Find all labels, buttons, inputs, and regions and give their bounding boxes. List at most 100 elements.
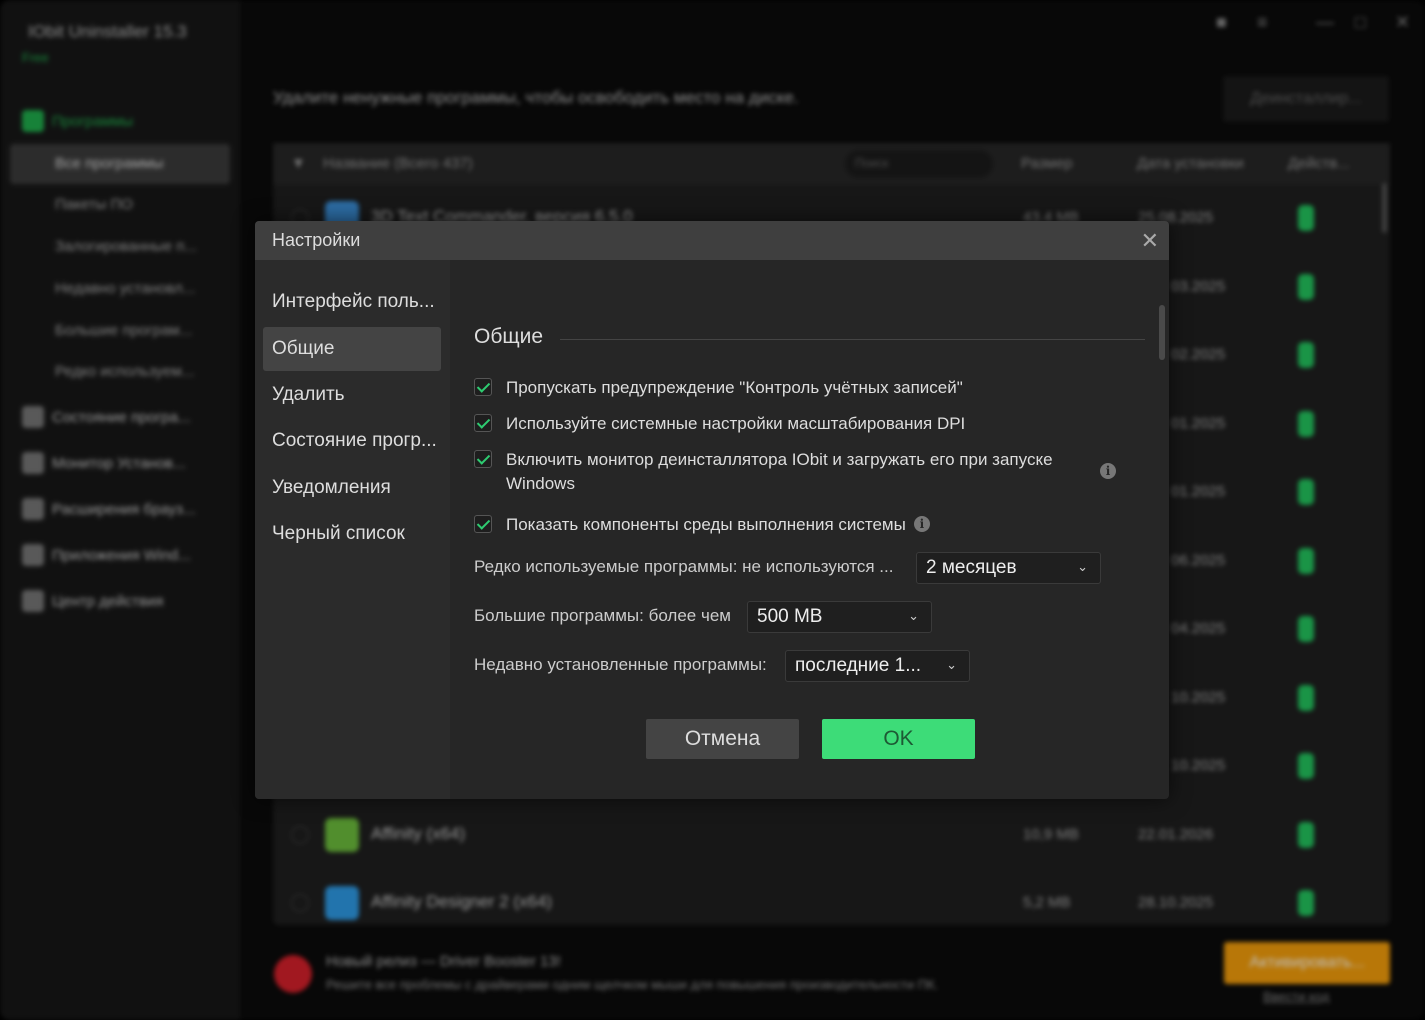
puzzle-icon	[22, 498, 44, 520]
uninstall-icon[interactable]	[1298, 821, 1314, 848]
sidebar-windows-apps[interactable]: Приложения Wind...	[22, 544, 191, 566]
option-label: Показать компоненты среды выполнения сис…	[506, 515, 906, 534]
header-size[interactable]: Размер	[1021, 155, 1073, 172]
news-title[interactable]: Новый релиз — Driver Booster 13!	[326, 953, 561, 970]
menu-icon[interactable]: ≡	[1257, 12, 1268, 33]
filter-icon[interactable]: ▼	[291, 155, 306, 172]
info-icon[interactable]: i	[913, 516, 930, 532]
ok-button[interactable]: OK	[822, 719, 975, 759]
label: Центр действия	[52, 592, 164, 610]
camera-icon[interactable]: ■	[1216, 12, 1227, 33]
row-checkbox[interactable]	[291, 825, 309, 844]
uninstall-icon[interactable]	[1298, 616, 1314, 642]
tab-uninstall[interactable]: Удалить	[263, 373, 441, 417]
action-center-icon	[22, 590, 44, 612]
settings-dialog: Настройки ✕ Интерфейс поль... Общие Удал…	[255, 221, 1169, 799]
minimize-icon[interactable]: —	[1316, 12, 1334, 33]
plan-badge: Free	[22, 50, 49, 65]
settings-nav: Интерфейс поль... Общие Удалить Состояни…	[255, 260, 450, 799]
install-date: 10.2025	[1171, 688, 1226, 706]
uninstall-icon[interactable]	[1298, 273, 1314, 300]
tab-program-status[interactable]: Состояние прогр...	[263, 419, 441, 463]
program-icon	[325, 886, 359, 920]
tab-notifications[interactable]: Уведомления	[263, 466, 441, 510]
sidebar-action-center[interactable]: Центр действия	[22, 590, 163, 612]
tab-blacklist[interactable]: Черный список	[263, 512, 441, 556]
install-date: 10.2025	[1171, 757, 1226, 774]
uninstall-icon[interactable]	[1298, 547, 1314, 574]
rarely-used-select[interactable]: 2 месяцев ⌄	[916, 552, 1101, 584]
checkbox[interactable]	[474, 414, 492, 432]
option-monitor[interactable]: Включить монитор деинсталлятора IObit и …	[474, 448, 1124, 496]
tab-general[interactable]: Общие	[263, 327, 441, 371]
row-checkbox[interactable]	[291, 894, 309, 912]
program-size: 10,9 MB	[1023, 825, 1079, 843]
program-name: Affinity Designer 2 (x64)	[371, 892, 553, 911]
activate-button[interactable]: Активировать...	[1224, 942, 1390, 984]
sidebar-item-recent[interactable]: Недавно установл...	[10, 269, 230, 309]
section-divider	[560, 339, 1145, 340]
option-dpi[interactable]: Используйте системные настройки масштаби…	[474, 412, 965, 436]
windows-apps-icon	[22, 544, 44, 566]
uninstall-icon[interactable]	[1298, 890, 1314, 916]
option-runtime[interactable]: Показать компоненты среды выполнения сис…	[474, 513, 930, 537]
chevron-down-icon: ⌄	[908, 608, 919, 623]
close-icon[interactable]: ✕	[1141, 221, 1159, 260]
uninstall-icon[interactable]	[1298, 342, 1314, 368]
option-label: Используйте системные настройки масштаби…	[506, 414, 966, 433]
sidebar-install-monitor[interactable]: Монитор Установ...	[22, 452, 185, 474]
table-row[interactable]: Affinity (x64) 10,9 MB 22.01.2026	[273, 802, 1373, 870]
monitor-icon	[22, 452, 44, 474]
sidebar-browser-ext[interactable]: Расширения брауз...	[22, 498, 195, 520]
checkbox[interactable]	[474, 515, 492, 533]
maximize-icon[interactable]: □	[1355, 12, 1366, 33]
option-skip-uac[interactable]: Пропускать предупреждение "Контроль учёт…	[474, 376, 963, 400]
table-scrollbar[interactable]	[1382, 183, 1387, 233]
install-date: 03.2025	[1171, 277, 1226, 295]
checkbox[interactable]	[474, 378, 492, 396]
uninstall-icon[interactable]	[1298, 753, 1314, 779]
program-icon	[325, 817, 359, 852]
sidebar-item-rare[interactable]: Редко используем...	[10, 352, 230, 392]
uninstall-icon[interactable]	[1298, 205, 1314, 231]
app-title: IObit Uninstaller 15.3	[28, 22, 187, 41]
uninstall-button[interactable]: Деинсталлир...	[1223, 76, 1389, 122]
info-icon[interactable]: i	[1100, 463, 1116, 479]
program-name: Affinity (x64)	[371, 823, 466, 843]
content-scrollbar[interactable]	[1159, 305, 1165, 360]
select-value: 2 месяцев	[926, 557, 1017, 578]
page-subtitle: Удалите ненужные программы, чтобы освобо…	[273, 88, 799, 107]
header-date[interactable]: Дата установки	[1137, 155, 1244, 172]
table-row[interactable]: Affinity Designer 2 (x64) 5,2 MB 28.10.202…	[273, 870, 1373, 938]
sidebar-item-all[interactable]: Все программы	[10, 144, 230, 184]
sidebar-item-bundles[interactable]: Пакеты ПО	[10, 185, 230, 225]
uninstall-icon[interactable]	[1298, 410, 1314, 437]
enter-code-link[interactable]: Ввести код	[1263, 989, 1329, 1004]
sidebar-programs[interactable]: Программы	[22, 110, 133, 132]
checkbox[interactable]	[474, 450, 492, 468]
program-size: 5,2 MB	[1023, 894, 1071, 911]
uninstall-icon[interactable]	[1298, 479, 1314, 505]
sidebar-item-logged[interactable]: Залогированные п...	[10, 227, 230, 267]
table-header: ▼ Название (Всего 437) Поиск Размер Дата…	[273, 143, 1390, 185]
sidebar-program-status[interactable]: Состояние програ...	[22, 406, 190, 428]
driver-booster-icon	[274, 955, 312, 993]
install-date: 28.10.2025	[1138, 894, 1214, 911]
large-programs-select[interactable]: 500 MB ⌄	[747, 601, 932, 633]
close-window-icon[interactable]: ✕	[1395, 12, 1410, 33]
option-label: Пропускать предупреждение "Контроль учёт…	[506, 378, 963, 397]
recent-programs-select[interactable]: последние 1... ⌄	[785, 650, 970, 682]
install-date: 06.2025	[1171, 551, 1226, 569]
cancel-button[interactable]: Отмена	[646, 719, 799, 759]
uninstall-icon[interactable]	[1298, 684, 1314, 711]
select-value: 500 MB	[757, 606, 823, 627]
install-date: 04.2025	[1171, 620, 1226, 637]
install-date: 02.2025	[1171, 346, 1226, 363]
apps-icon	[22, 110, 44, 132]
sidebar-item-large[interactable]: Большие програм...	[10, 311, 230, 351]
chevron-down-icon: ⌄	[1077, 559, 1088, 574]
tab-interface[interactable]: Интерфейс поль...	[263, 280, 441, 324]
header-name[interactable]: Название (Всего 437)	[323, 155, 473, 172]
search-input[interactable]: Поиск	[845, 150, 993, 178]
install-date: 01.2025	[1171, 483, 1226, 500]
